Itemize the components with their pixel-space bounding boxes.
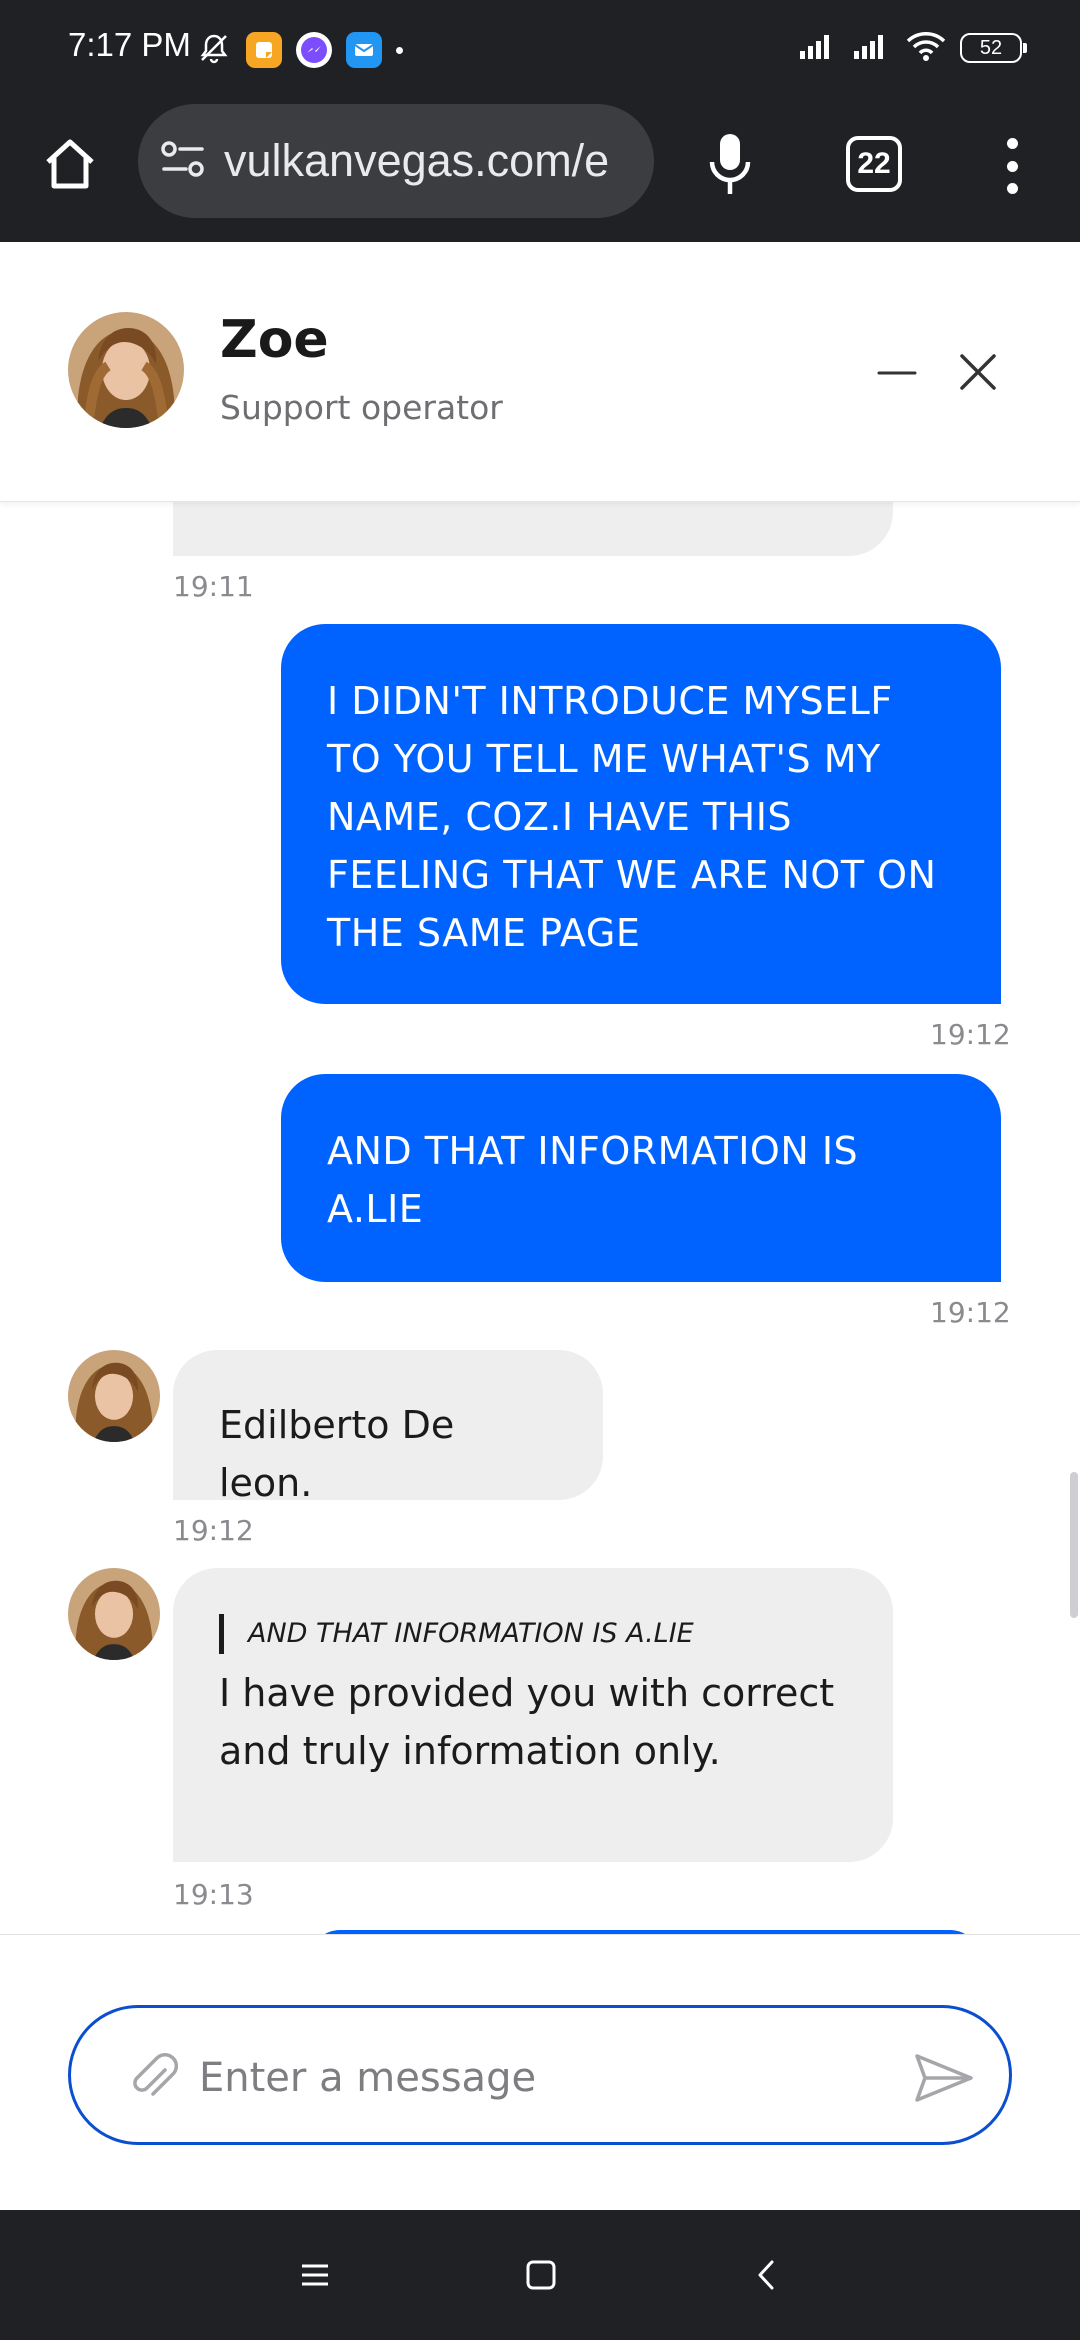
- scrollbar-thumb[interactable]: [1070, 1472, 1078, 1618]
- url-text[interactable]: vulkanvegas.com/e: [224, 135, 609, 187]
- message-time: 19:13: [173, 1878, 254, 1911]
- system-nav-bar: [0, 2210, 1080, 2340]
- incoming-message: AND THAT INFORMATION IS A.LIE I have pro…: [173, 1568, 893, 1862]
- operator-name: Zoe: [220, 310, 329, 370]
- minimize-icon: [877, 371, 917, 375]
- browser-toolbar: vulkanvegas.com/e 22: [0, 100, 1080, 242]
- outgoing-message: I DIDN'T INTRODUCE MYSELF TO YOU TELL ME…: [281, 624, 1001, 1004]
- tab-switcher-button[interactable]: 22: [846, 136, 902, 192]
- mic-icon: [709, 134, 751, 194]
- home-nav-button[interactable]: [514, 2248, 568, 2302]
- signal-icon: [798, 31, 838, 65]
- battery-icon: 52: [960, 33, 1027, 63]
- home-square-icon: [526, 2260, 556, 2290]
- composer: [0, 1934, 1080, 2210]
- more-vert-icon: [1006, 138, 1018, 149]
- message-text: Edilberto De leon.: [219, 1403, 455, 1505]
- message-input[interactable]: [199, 2040, 839, 2116]
- back-button[interactable]: [740, 2248, 794, 2302]
- message-text: I DIDN'T INTRODUCE MYSELF TO YOU TELL ME…: [327, 679, 937, 955]
- message-list[interactable]: 19:11 I DIDN'T INTRODUCE MYSELF TO YOU T…: [0, 502, 1080, 1934]
- back-icon: [758, 2260, 774, 2290]
- wifi-icon: [906, 30, 946, 66]
- site-settings-icon[interactable]: [160, 139, 206, 183]
- close-icon: [960, 354, 996, 390]
- home-button[interactable]: [36, 130, 104, 198]
- status-time: 7:17 PM: [68, 26, 191, 63]
- home-icon: [46, 139, 94, 189]
- send-button[interactable]: [911, 2046, 975, 2110]
- signal-icon: [852, 31, 892, 65]
- address-bar[interactable]: vulkanvegas.com/e: [138, 104, 654, 218]
- notification-icons: [196, 30, 403, 70]
- attach-icon: [133, 2052, 179, 2096]
- message-text: I have provided you with correct and tru…: [219, 1671, 835, 1773]
- attach-button[interactable]: [125, 2050, 181, 2106]
- recents-button[interactable]: [288, 2248, 342, 2302]
- incoming-message: [173, 502, 893, 556]
- recents-icon: [302, 2264, 328, 2286]
- message-text: AND THAT INFORMATION IS A.LIE: [327, 1129, 859, 1231]
- more-notifications-dot: [396, 46, 403, 54]
- quoted-message: AND THAT INFORMATION IS A.LIE: [219, 1614, 847, 1654]
- browser-menu-button[interactable]: [990, 134, 1034, 198]
- minimize-chat-button[interactable]: [876, 352, 918, 394]
- close-chat-button[interactable]: [956, 350, 1000, 394]
- operator-avatar: [68, 1350, 160, 1442]
- incoming-message: Edilberto De leon.: [173, 1350, 603, 1505]
- operator-role: Support operator: [220, 388, 503, 427]
- send-icon: [915, 2054, 973, 2102]
- operator-avatar: [68, 312, 184, 428]
- outgoing-message: AND THAT INFORMATION IS A.LIE: [281, 1074, 1001, 1282]
- notes-app-icon: [246, 32, 282, 68]
- message-time: 19:11: [173, 570, 254, 603]
- message-time: 19:12: [173, 1514, 254, 1547]
- operator-avatar: [68, 1568, 160, 1660]
- messenger-icon: [296, 32, 332, 68]
- message-time: 19:12: [930, 1018, 1011, 1051]
- system-icons: 52: [798, 30, 1027, 66]
- message-field[interactable]: [68, 2005, 1012, 2145]
- alarm-off-icon: [196, 30, 232, 70]
- status-bar: 7:17 PM 52: [0, 0, 1080, 100]
- voice-search-button[interactable]: [700, 128, 760, 200]
- message-time: 19:12: [930, 1296, 1011, 1329]
- mail-app-icon: [346, 32, 382, 68]
- chat-header: Zoe Support operator: [0, 242, 1080, 502]
